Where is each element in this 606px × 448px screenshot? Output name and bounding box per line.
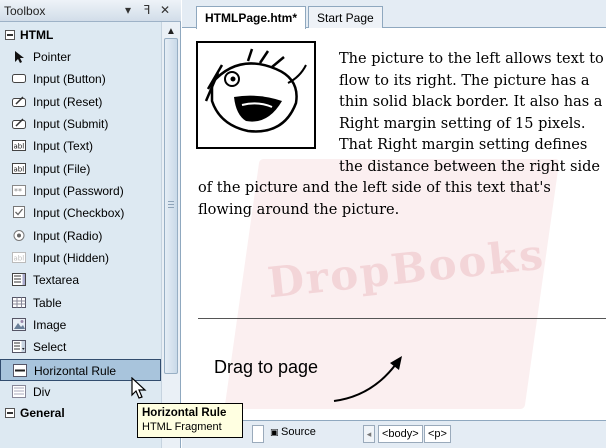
select-icon <box>12 340 26 354</box>
toolbox-title-bar: Toolbox ▾ ꟻ ✕ <box>0 0 181 22</box>
collapse-icon[interactable] <box>5 408 15 418</box>
svg-text:abl: abl <box>14 165 25 173</box>
toolbox-tooltip: Horizontal Rule HTML Fragment <box>137 403 243 438</box>
tag-body[interactable]: <body> <box>378 425 423 443</box>
hidden-field-icon: abl <box>12 252 26 264</box>
toolbox-item-image[interactable]: Image <box>0 314 161 336</box>
toolbox-item-pointer[interactable]: Pointer <box>0 46 161 68</box>
tab-htmlpage[interactable]: HTMLPage.htm* <box>196 6 307 29</box>
toolbox-item-label: Input (Password) <box>33 184 124 199</box>
radio-icon <box>13 229 25 241</box>
toolbox-item-input-hidden[interactable]: abl Input (Hidden) <box>0 247 161 269</box>
group-general-header[interactable]: General <box>0 404 160 424</box>
tooltip-subtitle: HTML Fragment <box>142 421 222 433</box>
design-view-button[interactable] <box>252 425 264 443</box>
pointer-arrow-icon <box>15 51 24 63</box>
group-general-label: General <box>20 406 65 420</box>
toolbox-item-label: Input (Reset) <box>33 94 103 109</box>
page-paragraph[interactable]: The picture to the left allows text to f… <box>198 49 606 221</box>
toolbox-item-input-button[interactable]: Input (Button) <box>0 68 161 90</box>
text-field-icon: abl <box>12 140 26 152</box>
toolbox-item-label: Input (File) <box>33 161 91 176</box>
toolbox-item-input-checkbox[interactable]: Input (Checkbox) <box>0 202 161 224</box>
tab-start-page[interactable]: Start Page <box>308 6 383 28</box>
textarea-icon <box>12 273 26 287</box>
toolbox-item-label: Input (Submit) <box>33 117 109 132</box>
drag-arrow-icon <box>333 356 402 402</box>
toolbox-panel: Toolbox ▾ ꟻ ✕ HTML Pointer Input (Button… <box>0 0 181 448</box>
drag-to-page-caption: Drag to page <box>214 357 319 377</box>
toolbox-item-input-password[interactable]: ** Input (Password) <box>0 180 161 202</box>
group-html-header[interactable]: HTML <box>0 26 160 46</box>
toolbox-item-label: Input (Hidden) <box>33 251 110 266</box>
scroll-up-icon[interactable]: ▲ <box>164 26 178 38</box>
scrollbar-thumb[interactable] <box>164 38 178 374</box>
toolbox-item-label: Input (Button) <box>33 72 106 87</box>
toolbox-item-label: Select <box>33 340 67 355</box>
toolbox-item-textarea[interactable]: Textarea <box>0 269 161 291</box>
source-label: Source <box>281 426 316 438</box>
toolbox-title: Toolbox <box>4 4 46 18</box>
toolbox-item-label: Horizontal Rule <box>34 363 117 378</box>
grip-line <box>168 207 174 208</box>
close-icon[interactable]: ✕ <box>158 3 172 17</box>
toolbox-item-input-reset[interactable]: Input (Reset) <box>0 91 161 113</box>
group-html-label: HTML <box>20 28 54 42</box>
horizontal-rule-element[interactable] <box>198 318 606 319</box>
toolbox-scrollbar[interactable]: ▲ <box>161 22 180 448</box>
toolbox-item-input-text[interactable]: abl Input (Text) <box>0 135 161 157</box>
tag-p[interactable]: <p> <box>424 425 451 443</box>
editor-bottom-bar: ▣ Source ◂ <body> <p> <box>182 420 606 448</box>
pin-icon[interactable]: ꟻ <box>140 3 154 17</box>
toolbox-item-label: Input (Checkbox) <box>33 206 125 221</box>
image-icon <box>12 318 26 332</box>
image-float-spacer <box>198 49 339 177</box>
toolbox-item-input-submit[interactable]: Input (Submit) <box>0 113 161 135</box>
div-icon <box>12 385 26 399</box>
toolbox-item-table[interactable]: Table <box>0 292 161 314</box>
checkbox-icon <box>13 206 25 219</box>
table-icon <box>12 296 26 308</box>
toolbox-item-select[interactable]: Select <box>0 336 161 358</box>
toolbox-item-input-file[interactable]: abl Input (File) <box>0 158 161 180</box>
password-field-icon: ** <box>12 185 26 197</box>
toolbox-item-label: Pointer <box>33 50 72 64</box>
tooltip-title: Horizontal Rule <box>142 407 227 419</box>
svg-text:**: ** <box>14 187 22 196</box>
dropdown-icon[interactable]: ▾ <box>121 3 135 17</box>
reset-icon <box>12 96 26 107</box>
toolbox-item-label: Textarea <box>33 273 80 288</box>
toolbox-item-label: Image <box>33 318 67 333</box>
tag-nav-left-icon[interactable]: ◂ <box>363 425 375 443</box>
toolbox-item-list: Pointer Input (Button) Input (Reset) Inp… <box>0 46 161 404</box>
svg-text:abl: abl <box>14 143 25 151</box>
mouse-cursor-icon <box>131 377 147 399</box>
submit-icon <box>12 118 26 130</box>
collapse-icon[interactable] <box>5 30 15 40</box>
file-field-icon: abl <box>12 162 26 174</box>
toolbox-item-label: Input (Radio) <box>33 228 103 243</box>
document-tab-strip: HTMLPage.htm* Start Page <box>182 0 606 29</box>
grip-line <box>168 201 174 202</box>
toolbox-item-label: Input (Text) <box>33 139 94 154</box>
toolbox-item-input-radio[interactable]: Input (Radio) <box>0 225 161 247</box>
svg-text:abl: abl <box>14 255 25 263</box>
grip-line <box>168 204 174 205</box>
source-view-button[interactable]: ▣ Source <box>270 426 316 438</box>
toolbox-item-label: Table <box>33 295 62 310</box>
toolbox-item-label: Div <box>33 385 51 400</box>
button-icon <box>12 74 26 84</box>
source-icon: ▣ <box>270 427 282 437</box>
horizontal-rule-icon <box>13 363 27 377</box>
